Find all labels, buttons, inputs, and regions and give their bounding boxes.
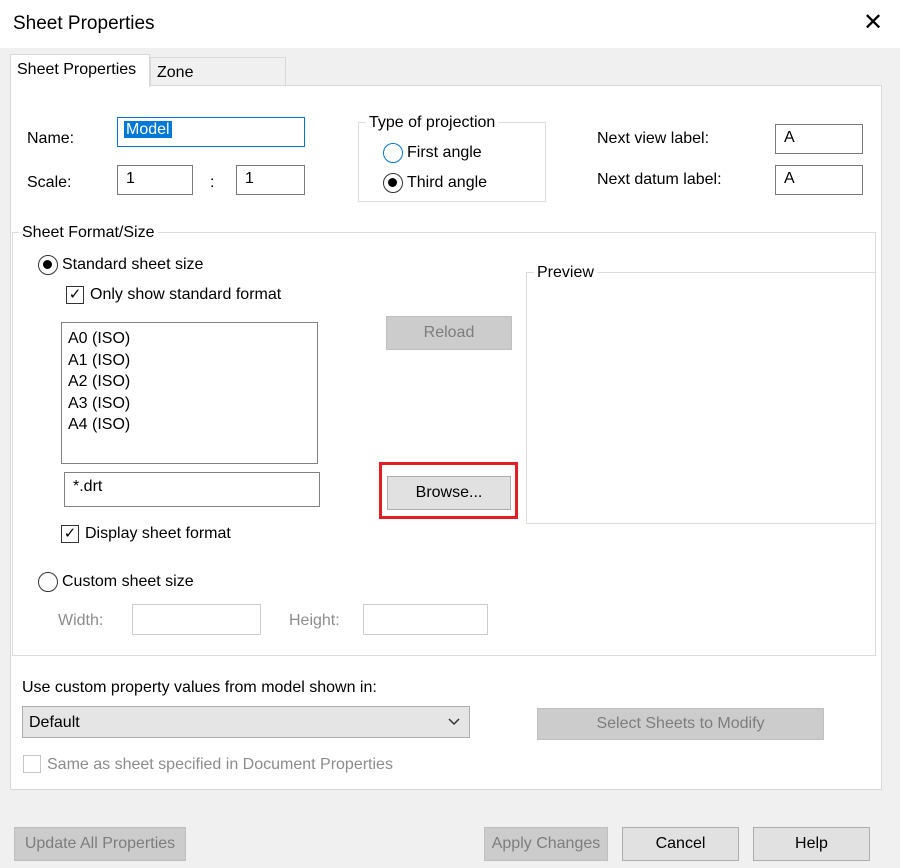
sheet-format-legend: Sheet Format/Size [19,224,158,242]
select-sheets-button[interactable]: Select Sheets to Modify [537,708,824,740]
first-angle-radio[interactable] [383,143,403,163]
list-item[interactable]: A2 (ISO) [68,371,311,393]
only-standard-checkbox[interactable]: ✓ [66,286,84,304]
same-as-sheet-label: Same as sheet specified in Document Prop… [47,756,393,773]
height-input[interactable] [363,604,488,635]
height-label: Height: [289,612,340,629]
list-item[interactable]: A4 (ISO) [68,414,311,436]
window-title: Sheet Properties [13,13,155,34]
custom-size-radio[interactable] [38,572,58,592]
width-label: Width: [58,612,104,629]
only-standard-label: Only show standard format [90,286,282,303]
list-item[interactable]: A1 (ISO) [68,350,311,372]
custom-property-selected: Default [29,714,80,731]
close-icon[interactable]: ✕ [860,10,886,36]
scale-numerator-input[interactable]: 1 [117,165,193,195]
scale-denominator-input[interactable]: 1 [236,165,305,195]
browse-button[interactable]: Browse... [387,476,511,510]
update-all-button[interactable]: Update All Properties [14,827,186,861]
next-datum-label-input[interactable]: A [775,165,863,195]
standard-size-radio[interactable] [38,255,58,275]
scale-separator: : [210,174,215,191]
same-as-sheet-checkbox[interactable] [23,755,41,773]
next-view-label-input[interactable]: A [775,124,863,154]
apply-changes-button[interactable]: Apply Changes [484,827,608,861]
next-view-label: Next view label: [597,130,710,147]
help-button[interactable]: Help [753,827,870,861]
name-value: Model [124,121,172,138]
cancel-button[interactable]: Cancel [622,827,739,861]
projection-legend: Type of projection [366,114,499,132]
scale-label: Scale: [27,174,72,191]
display-format-label: Display sheet format [85,525,231,542]
reload-button[interactable]: Reload [386,316,512,350]
first-angle-label: First angle [407,144,482,161]
preview-group [526,272,876,524]
custom-property-label: Use custom property values from model sh… [22,679,377,696]
chevron-down-icon [448,718,460,726]
tab-sheet-properties[interactable]: Sheet Properties [10,54,150,87]
custom-property-dropdown[interactable]: Default [22,706,470,738]
standard-size-label: Standard sheet size [62,256,204,273]
width-input[interactable] [132,604,261,635]
third-angle-label: Third angle [407,174,488,191]
name-label: Name: [27,130,75,147]
list-item[interactable]: A3 (ISO) [68,393,311,415]
next-datum-label: Next datum label: [597,171,722,188]
custom-size-label: Custom sheet size [62,573,194,590]
standard-size-radio-dot [43,260,52,269]
checkmark-icon: ✓ [68,286,82,303]
tab-zone-parameters[interactable]: Zone Parameters [150,57,286,110]
format-file-input[interactable]: *.drt [64,472,320,507]
display-format-checkbox[interactable]: ✓ [61,525,79,543]
sheet-size-list[interactable]: A0 (ISO) A1 (ISO) A2 (ISO) A3 (ISO) A4 (… [61,322,318,464]
third-angle-radio[interactable] [383,173,403,193]
checkmark-icon: ✓ [63,525,77,542]
list-item[interactable]: A0 (ISO) [68,328,311,350]
name-input[interactable]: Model [117,117,305,147]
third-angle-radio-dot [388,178,397,187]
preview-legend: Preview [534,264,597,282]
